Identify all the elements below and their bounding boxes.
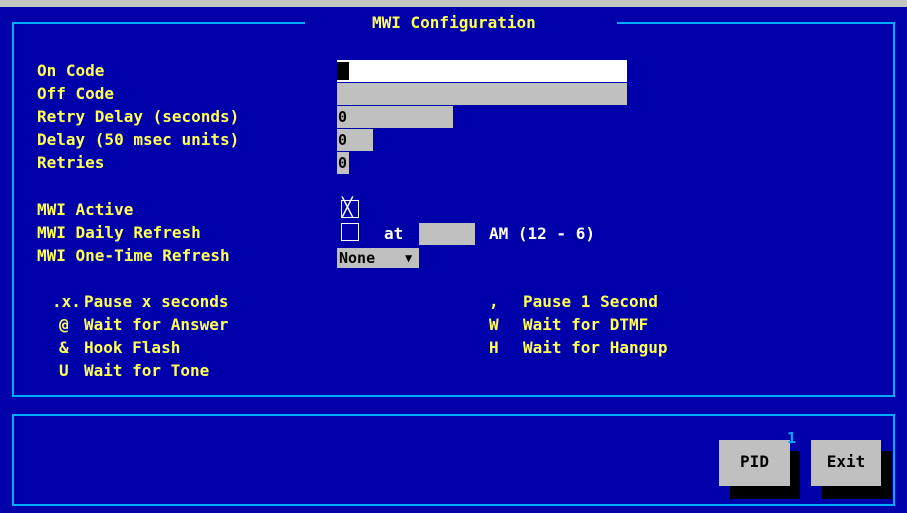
retries-value: 0 xyxy=(338,154,348,172)
legend-desc: Hook Flash xyxy=(84,338,181,357)
mwi-one-time-refresh-label: MWI One-Time Refresh xyxy=(37,246,230,265)
dropdown-arrow-icon: ▼ xyxy=(405,251,413,265)
select-value: None xyxy=(339,249,376,267)
exit-button[interactable]: Exit xyxy=(811,440,881,486)
panel-right xyxy=(893,414,895,506)
pid-button[interactable]: PID xyxy=(719,440,790,486)
legend-desc: Wait for DTMF xyxy=(523,315,649,334)
panel-left xyxy=(12,414,14,506)
one-time-refresh-select[interactable]: None ▼ xyxy=(337,248,419,268)
legend-key: & xyxy=(59,338,69,357)
at-label: at xyxy=(384,224,404,243)
delay-label: Delay (50 msec units) xyxy=(37,130,240,149)
top-strip xyxy=(0,0,907,7)
retry-delay-label: Retry Delay (seconds) xyxy=(37,107,240,126)
page-title: MWI Configuration xyxy=(372,13,536,32)
frame-top-left xyxy=(12,22,305,24)
retry-delay-value: 0 xyxy=(338,108,348,126)
delay-input[interactable]: 0 xyxy=(337,129,373,151)
legend-key: .x. xyxy=(52,292,81,311)
retries-input[interactable]: 0 xyxy=(337,152,349,174)
off-code-label: Off Code xyxy=(37,84,115,103)
legend-desc: Pause 1 Second xyxy=(523,292,658,311)
retry-delay-input[interactable]: 0 xyxy=(337,106,453,128)
mwi-config-screen: MWI Configuration On Code Off Code Retry… xyxy=(0,0,907,513)
off-code-input[interactable] xyxy=(337,83,627,105)
legend-key: H xyxy=(489,338,499,357)
legend-desc: Pause x seconds xyxy=(84,292,229,311)
legend-desc: Wait for Answer xyxy=(84,315,229,334)
frame-top-right xyxy=(617,22,895,24)
legend-key: , xyxy=(489,292,499,311)
pid-badge: 1 xyxy=(787,429,797,447)
delay-value: 0 xyxy=(338,131,348,149)
checkmark-icon: ╳ xyxy=(342,197,353,218)
legend-desc: Wait for Hangup xyxy=(523,338,668,357)
legend-key: W xyxy=(489,315,499,334)
mwi-daily-refresh-checkbox[interactable] xyxy=(341,223,359,241)
mwi-daily-refresh-label: MWI Daily Refresh xyxy=(37,223,201,242)
panel-top xyxy=(12,414,895,416)
mwi-active-label: MWI Active xyxy=(37,200,134,219)
am-range-label: AM (12 - 6) xyxy=(489,224,595,243)
on-code-input[interactable] xyxy=(337,60,627,82)
frame-right xyxy=(893,22,895,397)
frame-left xyxy=(12,22,14,397)
legend-key: @ xyxy=(59,315,69,334)
frame-bottom xyxy=(12,395,895,397)
text-cursor xyxy=(337,62,349,80)
retries-label: Retries xyxy=(37,153,105,172)
legend-desc: Wait for Tone xyxy=(84,361,210,380)
panel-bottom xyxy=(12,504,895,506)
on-code-label: On Code xyxy=(37,61,105,80)
mwi-active-checkbox[interactable]: ╳ xyxy=(341,197,359,218)
refresh-time-input[interactable] xyxy=(419,223,475,245)
legend-key: U xyxy=(59,361,69,380)
